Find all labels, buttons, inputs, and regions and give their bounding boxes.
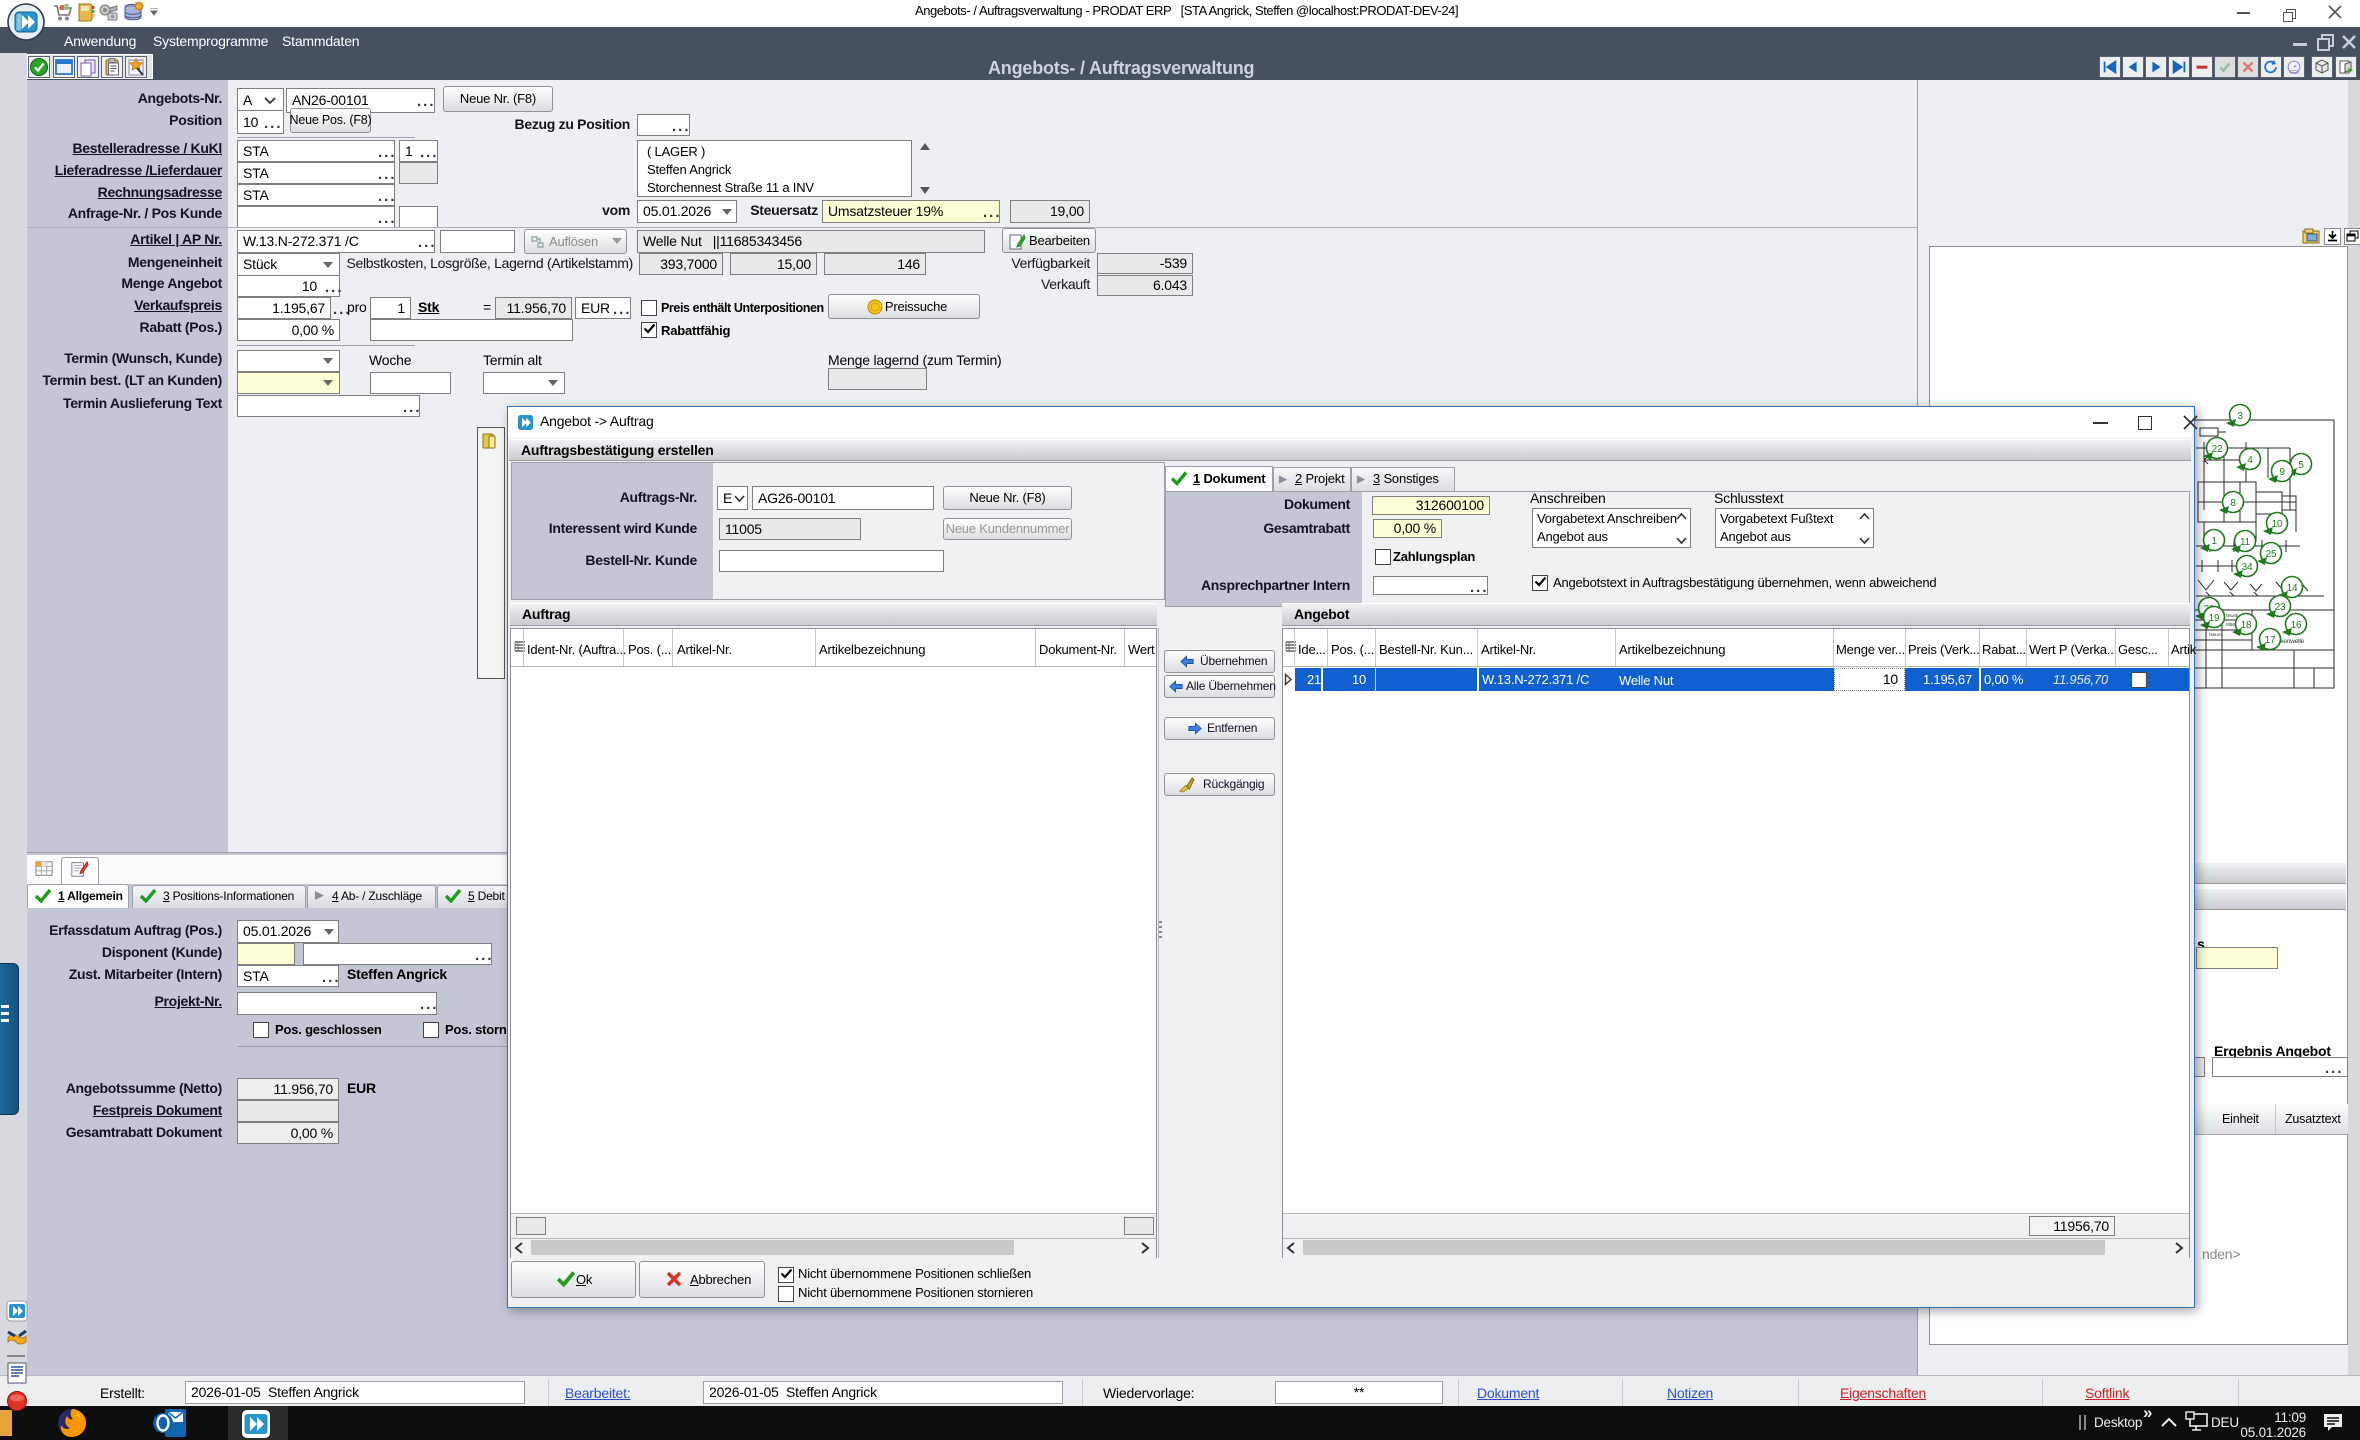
svg-text:25: 25 bbox=[2266, 549, 2277, 560]
svg-text:18: 18 bbox=[2241, 620, 2252, 631]
svg-text:14: 14 bbox=[2287, 583, 2298, 594]
svg-text:34: 34 bbox=[2242, 562, 2253, 573]
svg-text:1: 1 bbox=[2211, 536, 2217, 547]
svg-text:17: 17 bbox=[2265, 635, 2276, 646]
svg-text:10: 10 bbox=[2272, 519, 2283, 530]
svg-text:3: 3 bbox=[2237, 411, 2243, 422]
svg-text:4: 4 bbox=[2247, 455, 2253, 466]
svg-text:8: 8 bbox=[2230, 498, 2236, 509]
svg-text:19: 19 bbox=[2209, 613, 2220, 624]
svg-text:11: 11 bbox=[2240, 537, 2251, 548]
svg-text:9: 9 bbox=[2279, 467, 2285, 478]
svg-text:23: 23 bbox=[2275, 602, 2286, 613]
svg-text:5: 5 bbox=[2298, 460, 2304, 471]
svg-text:16: 16 bbox=[2291, 620, 2302, 631]
svg-text:22: 22 bbox=[2212, 444, 2223, 455]
